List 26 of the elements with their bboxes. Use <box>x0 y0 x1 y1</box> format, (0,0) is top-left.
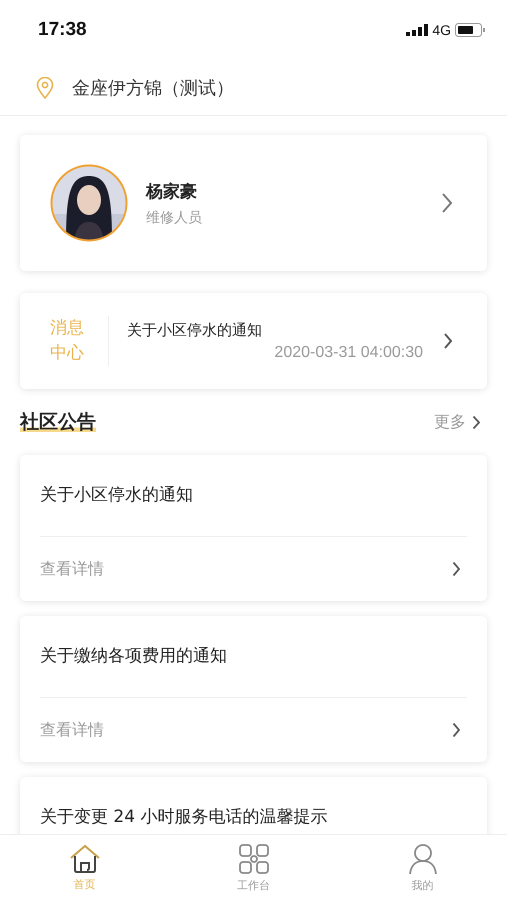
clock-time: 17:38 <box>38 19 87 41</box>
message-title: 关于小区停水的通知 <box>127 320 263 340</box>
home-icon <box>68 844 100 874</box>
location-pin-icon <box>36 76 54 98</box>
user-name: 杨家豪 <box>146 180 198 202</box>
person-icon <box>408 842 438 874</box>
profile-card[interactable]: 杨家豪 维修人员 <box>20 135 487 271</box>
chevron-right-icon <box>452 561 461 577</box>
message-center-label: 消息 中心 <box>50 317 84 365</box>
grid-icon <box>238 842 270 874</box>
message-card[interactable]: 消息 中心 关于小区停水的通知 2020-03-31 04:00:30 <box>20 293 487 389</box>
battery-icon <box>455 23 485 37</box>
chevron-right-icon <box>452 722 461 738</box>
section-title: 社区公告 <box>20 409 96 435</box>
signal-icon <box>406 24 428 36</box>
user-role: 维修人员 <box>146 208 203 226</box>
chevron-right-icon <box>443 332 453 350</box>
network-label: 4G <box>432 22 451 38</box>
chevron-right-icon <box>441 192 453 214</box>
notice-card[interactable]: 关于缴纳各项费用的通知 查看详情 <box>20 616 487 762</box>
notice-title: 关于缴纳各项费用的通知 <box>40 616 467 698</box>
notice-card[interactable]: 关于小区停水的通知 查看详情 <box>20 455 487 601</box>
message-time: 2020-03-31 04:00:30 <box>273 344 424 362</box>
notice-title: 关于小区停水的通知 <box>40 455 467 537</box>
chevron-right-icon <box>472 414 481 430</box>
location-name[interactable]: 金座伊方锦（测试） <box>72 76 234 100</box>
